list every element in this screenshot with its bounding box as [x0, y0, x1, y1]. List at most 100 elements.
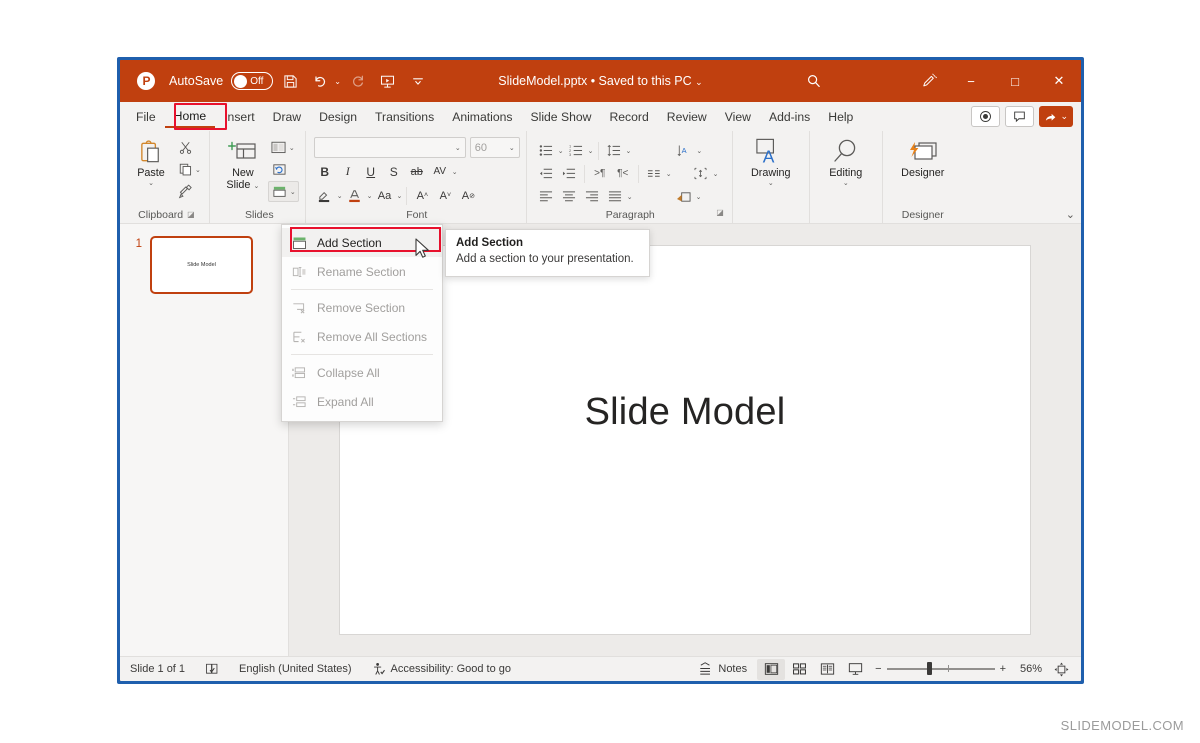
section-button[interactable]: ⌄: [268, 181, 299, 202]
copy-chevron-icon[interactable]: ⌄: [195, 166, 201, 174]
undo-dropdown-chevron-icon[interactable]: ⌄: [334, 77, 341, 86]
bullets-button[interactable]: [535, 140, 557, 161]
paste-button[interactable]: Paste ⌄: [130, 134, 172, 187]
slide-show-button[interactable]: [841, 659, 869, 680]
section-chevron-icon[interactable]: ⌄: [290, 188, 296, 196]
spellcheck-icon[interactable]: [195, 657, 229, 681]
clear-all-formatting-button[interactable]: A⊘: [457, 185, 479, 206]
strikethrough-button[interactable]: ab: [406, 161, 428, 182]
convert-to-smartart-button[interactable]: [673, 186, 695, 207]
slide-sorter-button[interactable]: [785, 659, 813, 680]
designer-button[interactable]: Designer: [895, 134, 951, 179]
new-slide-button[interactable]: New Slide ⌄: [220, 134, 266, 193]
zoom-percentage[interactable]: 56%: [1012, 663, 1042, 675]
bold-button[interactable]: B: [314, 161, 336, 182]
drawing-chevron-icon[interactable]: ⌄: [768, 179, 774, 187]
zoom-slider[interactable]: − +: [869, 663, 1012, 675]
zoom-in-button[interactable]: +: [1000, 663, 1006, 675]
change-case-button[interactable]: Aa: [374, 185, 396, 206]
record-icon[interactable]: [971, 106, 1000, 127]
smartart-chevron-icon[interactable]: ⌄: [696, 193, 702, 201]
decrease-indent-button[interactable]: [535, 163, 557, 184]
editing-chevron-icon[interactable]: ⌄: [843, 179, 849, 187]
font-color-chevron-icon[interactable]: ⌄: [367, 192, 373, 200]
right-to-left-button[interactable]: ¶<: [612, 163, 634, 184]
align-center-button[interactable]: [558, 186, 580, 207]
font-name-input[interactable]: ⌄: [314, 137, 466, 158]
save-icon[interactable]: [277, 68, 303, 94]
character-spacing-button[interactable]: AV: [429, 161, 451, 182]
maximize-button[interactable]: □: [993, 60, 1037, 102]
align-text-button[interactable]: [690, 163, 712, 184]
tab-design[interactable]: Design: [310, 105, 366, 129]
slide-thumbnail-1[interactable]: Slide Model: [150, 236, 253, 294]
start-presentation-icon[interactable]: [375, 68, 401, 94]
slide-title-text[interactable]: Slide Model: [585, 391, 786, 434]
bullets-chevron-icon[interactable]: ⌄: [558, 147, 564, 155]
tab-slide-show[interactable]: Slide Show: [521, 105, 600, 129]
tab-help[interactable]: Help: [819, 105, 862, 129]
normal-view-button[interactable]: [757, 659, 785, 680]
align-text-chevron-icon[interactable]: ⌄: [713, 170, 719, 178]
font-size-input[interactable]: 60 ⌄: [470, 137, 520, 158]
text-highlight-color-button[interactable]: [314, 185, 336, 206]
slide-layout-button[interactable]: ⌄: [268, 137, 299, 158]
left-to-right-button[interactable]: >¶: [589, 163, 611, 184]
cut-button[interactable]: [176, 137, 203, 158]
font-size-chevron-icon[interactable]: ⌄: [509, 144, 515, 152]
increase-indent-button[interactable]: [558, 163, 580, 184]
zoom-track[interactable]: [887, 668, 995, 670]
language-indicator[interactable]: English (United States): [229, 657, 362, 681]
tab-insert[interactable]: Insert: [215, 105, 263, 129]
accessibility-indicator[interactable]: Accessibility: Good to go: [362, 657, 521, 681]
document-title-chevron-icon[interactable]: ⌄: [695, 77, 703, 87]
slide-counter[interactable]: Slide 1 of 1: [120, 657, 195, 681]
share-chevron-icon[interactable]: ⌄: [1060, 111, 1068, 122]
tab-home[interactable]: Home: [165, 106, 216, 128]
justify-button[interactable]: [604, 186, 626, 207]
numbering-button[interactable]: 123: [565, 140, 587, 161]
reset-slide-button[interactable]: [268, 159, 299, 180]
font-name-chevron-icon[interactable]: ⌄: [455, 144, 461, 152]
slide-thumbnail-pane[interactable]: 1 Slide Model: [120, 224, 289, 656]
paste-dropdown-chevron-icon[interactable]: ⌄: [148, 179, 154, 187]
tab-transitions[interactable]: Transitions: [366, 105, 443, 129]
tab-draw[interactable]: Draw: [264, 105, 310, 129]
copy-button[interactable]: ⌄: [176, 159, 203, 180]
new-slide-chevron-icon[interactable]: ⌄: [253, 183, 259, 190]
tab-add-ins[interactable]: Add-ins: [760, 105, 819, 129]
search-button[interactable]: [719, 73, 909, 89]
change-case-chevron-icon[interactable]: ⌄: [397, 192, 403, 200]
tab-file[interactable]: File: [127, 105, 165, 129]
autosave-toggle[interactable]: Off: [231, 72, 273, 90]
underline-button[interactable]: U: [360, 161, 382, 182]
align-left-button[interactable]: [535, 186, 557, 207]
minimize-button[interactable]: −: [949, 60, 993, 102]
character-spacing-chevron-icon[interactable]: ⌄: [452, 168, 458, 176]
close-button[interactable]: ✕: [1037, 60, 1081, 102]
editing-button[interactable]: Editing ⌄: [822, 134, 870, 187]
font-color-button[interactable]: [344, 185, 366, 206]
line-spacing-button[interactable]: [603, 140, 625, 161]
reading-view-button[interactable]: [813, 659, 841, 680]
highlight-chevron-icon[interactable]: ⌄: [337, 192, 343, 200]
tab-review[interactable]: Review: [658, 105, 716, 129]
layout-chevron-icon[interactable]: ⌄: [289, 144, 295, 152]
columns-chevron-icon[interactable]: ⌄: [666, 170, 672, 178]
increase-font-size-button[interactable]: A˄: [411, 185, 433, 206]
text-shadow-button[interactable]: S: [383, 161, 405, 182]
zoom-handle[interactable]: [927, 662, 932, 675]
share-button[interactable]: ⌄: [1039, 106, 1073, 127]
tab-record[interactable]: Record: [600, 105, 657, 129]
undo-icon[interactable]: [307, 68, 333, 94]
comments-icon[interactable]: [1005, 106, 1034, 127]
italic-button[interactable]: I: [337, 161, 359, 182]
drawing-button[interactable]: A Drawing ⌄: [745, 134, 797, 187]
collapse-ribbon-chevron-icon[interactable]: ⌄: [1066, 208, 1075, 221]
decrease-font-size-button[interactable]: A˅: [434, 185, 456, 206]
clipboard-dialog-launcher-icon[interactable]: ◪: [187, 207, 195, 223]
ink-pen-icon[interactable]: [909, 68, 949, 94]
zoom-out-button[interactable]: −: [875, 663, 881, 675]
text-direction-chevron-icon[interactable]: ⌄: [696, 147, 702, 155]
numbering-chevron-icon[interactable]: ⌄: [588, 147, 594, 155]
